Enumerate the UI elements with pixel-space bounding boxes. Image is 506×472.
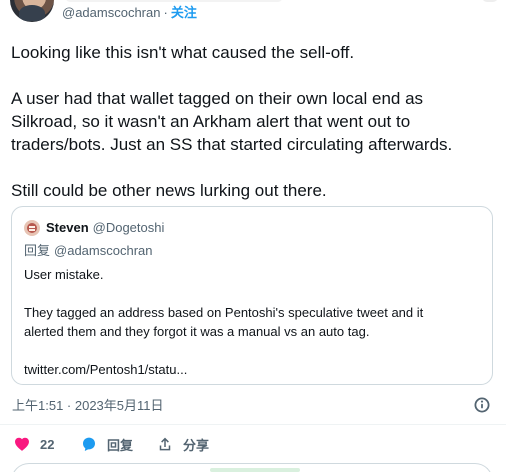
reply-button[interactable]: 回复 <box>80 431 133 457</box>
quoted-author: Steven @Dogetoshi <box>46 219 164 237</box>
tweet-line-1: Looking like this isn't what caused the … <box>11 43 355 62</box>
quoted-paragraph-spacer <box>24 284 480 303</box>
tweet-line-2: A user had that wallet tagged on their o… <box>11 89 424 108</box>
quoted-paragraph-spacer <box>24 341 480 360</box>
quoted-line-1: User mistake. <box>24 267 104 282</box>
quoted-author-handle: @Dogetoshi <box>92 220 165 235</box>
quoted-line-3: alerted them and they forgot it was a ma… <box>24 324 370 339</box>
info-icon[interactable] <box>474 397 490 413</box>
quoted-tweet-text: User mistake. They tagged an address bas… <box>24 265 480 379</box>
cropped-more-menu-area <box>482 0 498 2</box>
upload-arrow-icon <box>159 437 171 451</box>
reply-label: 回复 <box>107 437 134 453</box>
heart-icon <box>15 437 29 451</box>
tweet-timestamp[interactable]: 上午1:51 · 2023年5月11日 <box>12 397 164 414</box>
cropped-next-card <box>11 463 493 472</box>
share-button[interactable]: 分享 <box>156 431 209 457</box>
like-button[interactable]: 22 <box>13 431 54 457</box>
author-handle[interactable]: @adamscochran <box>62 5 160 20</box>
reply-context-handle[interactable]: @adamscochran <box>54 243 152 258</box>
action-divider <box>0 424 506 425</box>
author-avatar[interactable] <box>10 0 54 22</box>
tweet-header: @adamscochran · 关注 <box>0 0 506 30</box>
author-handle-line: @adamscochran · 关注 <box>62 4 197 22</box>
quoted-tweet-card[interactable]: Steven @Dogetoshi 回复 @adamscochran User mi… <box>11 206 493 385</box>
like-count: 22 <box>40 436 55 452</box>
tweet-text: Looking like this isn't what caused the … <box>11 41 503 202</box>
reply-prefix: 回复 <box>24 243 51 258</box>
quoted-author-avatar <box>24 220 40 236</box>
tweet-actions: 22 回复 分享 <box>0 431 506 457</box>
tweet-line-3: Silkroad, so it wasn't an Arkham alert t… <box>11 112 411 131</box>
quoted-author-name: Steven <box>46 220 89 235</box>
quoted-line-2: They tagged an address based on Pentoshi… <box>24 305 424 320</box>
tweet-line-4: traders/bots. Just an SS that started ci… <box>11 135 453 154</box>
follow-button[interactable]: 关注 <box>171 5 197 20</box>
quoted-link[interactable]: twitter.com/Pentosh1/statu... <box>24 360 480 379</box>
tweet-line-5: Still could be other news lurking out th… <box>11 181 327 200</box>
speech-bubble-icon <box>83 437 95 452</box>
cropped-author-name-area <box>65 0 283 2</box>
share-label: 分享 <box>183 437 210 453</box>
handle-separator: · <box>163 5 168 20</box>
reply-context: 回复 @adamscochran <box>24 242 152 260</box>
